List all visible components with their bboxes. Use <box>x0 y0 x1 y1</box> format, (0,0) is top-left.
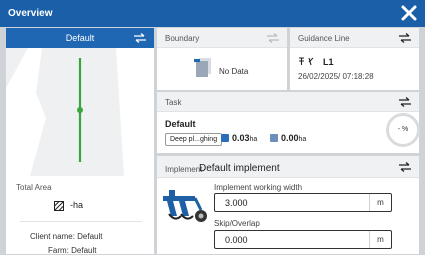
boundary-status: No Data <box>219 67 249 76</box>
close-icon[interactable] <box>400 4 418 22</box>
skip-overlap-unit: m <box>369 231 391 248</box>
client-label: Client name: <box>30 232 75 241</box>
working-width-label: Implement working width <box>214 183 303 192</box>
task-worked-area: 0.03ha <box>221 133 257 143</box>
task-header: Task <box>157 92 419 112</box>
boundary-title: Boundary <box>165 34 200 43</box>
area-icon <box>54 200 64 211</box>
total-area-label: Total Area <box>16 183 52 192</box>
guidance-card[interactable]: Guidance Line L1 26/02/2025/ 07:18:28 <box>290 28 419 90</box>
field-map[interactable] <box>6 48 154 176</box>
guidance-line-name: L1 <box>298 57 334 67</box>
skip-overlap-input[interactable]: 0.000 m <box>214 230 392 249</box>
task-card[interactable]: Task Default Deep pl...ghing 0.03ha 0.00… <box>157 92 420 153</box>
boundary-header: Boundary <box>157 28 287 48</box>
document-stack-icon <box>194 58 211 77</box>
client-value: Default <box>77 232 103 241</box>
guidance-line-label: L1 <box>323 57 334 67</box>
total-area: -ha <box>54 200 83 211</box>
field-selector-label: Default <box>65 33 95 43</box>
task-title: Task <box>165 98 182 107</box>
guidance-line-point <box>77 107 83 113</box>
worked-area-value: 0.03 <box>232 133 250 143</box>
field-selector[interactable]: Default <box>6 28 154 48</box>
task-name: Default <box>165 119 196 129</box>
implement-card[interactable]: Implement Default implement Implement wo… <box>157 156 419 254</box>
worked-area-unit: ha <box>249 136 258 143</box>
guidance-line-date: 26/02/2025/ 07:18:28 <box>298 72 374 81</box>
swap-icon[interactable] <box>134 33 146 43</box>
total-area-value: -ha <box>70 200 84 210</box>
worked-area-icon <box>221 134 229 142</box>
swap-icon[interactable] <box>399 97 411 107</box>
title-bar: Overview <box>0 0 425 27</box>
overlap-area-value: 0.00 <box>281 133 299 143</box>
working-width-value: 3.000 <box>225 198 248 208</box>
swap-icon[interactable] <box>399 33 411 43</box>
overlap-area-icon <box>270 134 278 142</box>
implement-label: Implement <box>165 165 203 174</box>
field-panel: Default Total Area -ha Client name: Defa… <box>6 28 154 255</box>
task-operation-tag: Deep pl...ghing <box>165 133 223 146</box>
task-progress-gauge: - % <box>386 113 420 147</box>
field-map-canvas <box>6 48 154 176</box>
task-overlap-area: 0.00ha <box>270 133 306 143</box>
divider <box>20 221 142 222</box>
working-width-input[interactable]: 3.000 m <box>214 193 392 212</box>
swap-icon[interactable] <box>267 33 279 43</box>
implement-name: Default implement <box>199 163 280 174</box>
window-title: Overview <box>8 8 53 19</box>
guidance-header: Guidance Line <box>290 28 419 48</box>
client-name: Client name: Default <box>30 232 103 241</box>
guidance-title: Guidance Line <box>298 34 350 43</box>
skip-overlap-value: 0.000 <box>225 235 248 245</box>
boundary-card[interactable]: Boundary No Data <box>157 28 287 90</box>
line-type-icon <box>299 57 314 66</box>
skip-overlap-label: Skip/Overlap <box>214 219 260 228</box>
plough-icon <box>163 190 207 222</box>
overlap-area-unit: ha <box>298 136 307 143</box>
task-progress-value: - % <box>397 126 409 133</box>
implement-header: Implement Default implement <box>157 156 419 178</box>
working-width-unit: m <box>369 194 391 211</box>
swap-icon[interactable] <box>399 162 411 172</box>
